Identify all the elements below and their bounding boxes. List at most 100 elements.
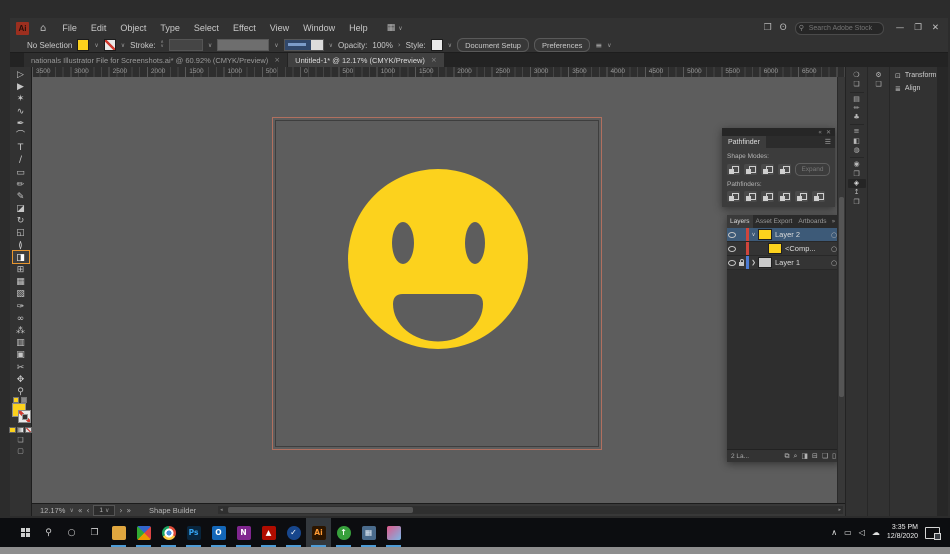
opacity-value[interactable]: 100% bbox=[372, 41, 392, 50]
width-profile-dropdown[interactable] bbox=[283, 39, 324, 51]
graphic-styles-icon[interactable]: ❒ bbox=[848, 170, 866, 179]
brushes-icon[interactable]: ✏ bbox=[848, 104, 866, 113]
tab-layers[interactable]: Layers bbox=[727, 215, 753, 228]
document-tab-1[interactable]: nationals Illustrator File for Screensho… bbox=[24, 53, 288, 67]
brush-definition-dropdown[interactable] bbox=[217, 39, 270, 51]
collapse-icon[interactable]: « bbox=[818, 129, 822, 136]
paintbrush-tool[interactable]: ✏ bbox=[13, 178, 29, 190]
magic-wand-tool[interactable]: ✶ bbox=[13, 92, 29, 104]
type-tool[interactable]: T bbox=[13, 141, 29, 153]
shape-builder-tool[interactable]: ◨ bbox=[11, 249, 30, 265]
chevron-down-icon[interactable]: ∨ bbox=[274, 42, 278, 49]
taskbar-onenote[interactable]: N bbox=[231, 518, 256, 547]
taskbar-cortana[interactable]: ○ bbox=[60, 518, 83, 547]
shaper-tool[interactable]: ✎ bbox=[13, 190, 29, 202]
horizontal-scrollbar[interactable]: ◂ ▸ bbox=[218, 506, 843, 514]
document-tab-2[interactable]: Untitled-1* @ 12.17% (CMYK/Preview) × bbox=[288, 53, 444, 67]
layer-row[interactable]: ❯ Layer 1 ○ bbox=[727, 256, 840, 270]
preferences-button[interactable]: Preferences bbox=[533, 38, 591, 52]
taskbar-chrome[interactable] bbox=[156, 518, 181, 547]
gradient-icon[interactable]: ◧ bbox=[848, 137, 866, 146]
menu-edit[interactable]: Edit bbox=[84, 23, 114, 33]
selection-tool[interactable]: ▷ bbox=[13, 68, 29, 80]
taskbar-calculator[interactable]: ▦ bbox=[356, 518, 381, 547]
previous-artboard-button[interactable]: ‹ bbox=[86, 506, 89, 515]
pen-tool[interactable]: ✒ bbox=[13, 117, 29, 129]
new-sublayer-icon[interactable]: ⊟ bbox=[812, 452, 818, 461]
chevron-down-icon[interactable]: ∨ bbox=[607, 42, 611, 49]
scroll-right-icon[interactable]: ▸ bbox=[838, 507, 841, 513]
screen-mode-icon[interactable]: ▢ bbox=[17, 447, 24, 455]
tab-artboards[interactable]: Artboards bbox=[795, 215, 829, 228]
smiley-artwork[interactable] bbox=[347, 168, 529, 350]
divide-button[interactable] bbox=[727, 191, 740, 202]
scale-tool[interactable]: ◱ bbox=[13, 226, 29, 238]
perspective-grid-tool[interactable]: ⊞ bbox=[13, 263, 29, 275]
make-clip-mask-icon[interactable]: ◨ bbox=[801, 452, 808, 461]
hidden-icons-icon[interactable]: ∧ bbox=[831, 528, 837, 537]
chevron-down-icon[interactable]: ∨ bbox=[121, 42, 125, 49]
document-setup-button[interactable]: Document Setup bbox=[457, 38, 529, 52]
fill-color-swatch[interactable] bbox=[77, 39, 90, 51]
vertical-scrollbar-thumb[interactable] bbox=[839, 197, 844, 397]
tab-asset-export[interactable]: Asset Export bbox=[753, 215, 796, 228]
column-graph-tool[interactable]: ▥ bbox=[13, 336, 29, 348]
width-tool[interactable]: ≬ bbox=[13, 239, 29, 251]
layer-name[interactable]: Layer 2 bbox=[775, 230, 828, 239]
minus-front-button[interactable] bbox=[744, 164, 757, 175]
zoom-tool[interactable]: ⚲ bbox=[13, 385, 29, 397]
none-button[interactable] bbox=[25, 427, 32, 434]
menu-select[interactable]: Select bbox=[187, 23, 226, 33]
taskbar-file-explorer[interactable] bbox=[106, 518, 131, 547]
appearance-icon[interactable]: ◉ bbox=[848, 160, 866, 169]
dock-item-transform[interactable]: ⊡ Transform bbox=[890, 69, 937, 82]
chevron-down-icon[interactable]: ∨ bbox=[448, 42, 452, 49]
onedrive-icon[interactable]: ☁ bbox=[872, 528, 880, 537]
tab-pathfinder[interactable]: Pathfinder bbox=[722, 136, 766, 148]
taskbar-outlook[interactable]: O bbox=[206, 518, 231, 547]
taskbar-illustrator[interactable]: Ai bbox=[306, 518, 331, 547]
disclosure-icon[interactable]: ∨ bbox=[749, 232, 758, 238]
chevron-down-icon[interactable]: ∨ bbox=[329, 42, 333, 49]
taskbar-todo-check[interactable]: ✓ bbox=[281, 518, 306, 547]
trim-button[interactable] bbox=[744, 191, 757, 202]
layer-row[interactable]: ∨ Layer 2 ○ bbox=[727, 228, 840, 242]
stroke-weight-dropdown[interactable] bbox=[168, 39, 203, 51]
crop-button[interactable] bbox=[778, 191, 791, 202]
menu-file[interactable]: File bbox=[55, 23, 84, 33]
swatches-icon[interactable]: ▤ bbox=[848, 95, 866, 104]
touch-keyboard-icon[interactable] bbox=[925, 526, 941, 540]
artboard-tool[interactable]: ▣ bbox=[13, 348, 29, 360]
intersect-button[interactable] bbox=[761, 164, 774, 175]
menu-effect[interactable]: Effect bbox=[226, 23, 263, 33]
unite-button[interactable] bbox=[727, 164, 740, 175]
scroll-left-icon[interactable]: ◂ bbox=[220, 507, 223, 513]
taskbar-green-app[interactable]: ↑ bbox=[331, 518, 356, 547]
vertical-scrollbar[interactable] bbox=[837, 77, 845, 503]
layer-row[interactable]: <Comp... ○ bbox=[727, 242, 840, 256]
taskbar-start[interactable] bbox=[14, 518, 37, 547]
artboard-navigation[interactable]: 1 ∨ bbox=[93, 504, 116, 516]
disclosure-icon[interactable]: ❯ bbox=[749, 260, 758, 266]
stroke-icon[interactable]: ≡ bbox=[848, 127, 866, 136]
direct-selection-tool[interactable]: ▶ bbox=[13, 80, 29, 92]
menu-view[interactable]: View bbox=[263, 23, 296, 33]
menu-object[interactable]: Object bbox=[113, 23, 153, 33]
symbol-sprayer-tool[interactable]: ⁂ bbox=[13, 324, 29, 336]
taskbar-photoshop[interactable]: Ps bbox=[181, 518, 206, 547]
lock-toggle[interactable] bbox=[737, 258, 746, 266]
taskbar-task-view[interactable]: ❐ bbox=[83, 518, 106, 547]
stroke-proxy-swatch[interactable] bbox=[17, 410, 31, 424]
line-segment-tool[interactable]: ∕ bbox=[13, 153, 29, 165]
home-icon[interactable]: ⌂ bbox=[40, 23, 46, 34]
delete-selection-icon[interactable]: ▯ bbox=[832, 452, 836, 461]
layers-icon[interactable]: ◈ bbox=[847, 178, 866, 189]
taskbar-search[interactable]: ⚲ bbox=[37, 518, 60, 547]
menu-type[interactable]: Type bbox=[153, 23, 187, 33]
last-artboard-button[interactable]: » bbox=[126, 506, 131, 515]
taskbar-paint-3d[interactable] bbox=[381, 518, 406, 547]
arrange-documents-icon[interactable]: ❒ bbox=[764, 23, 772, 33]
collapse-icon[interactable]: » bbox=[832, 218, 836, 225]
eyedropper-tool[interactable]: ✑ bbox=[13, 300, 29, 312]
libraries-icon[interactable]: ❑ bbox=[870, 80, 888, 89]
